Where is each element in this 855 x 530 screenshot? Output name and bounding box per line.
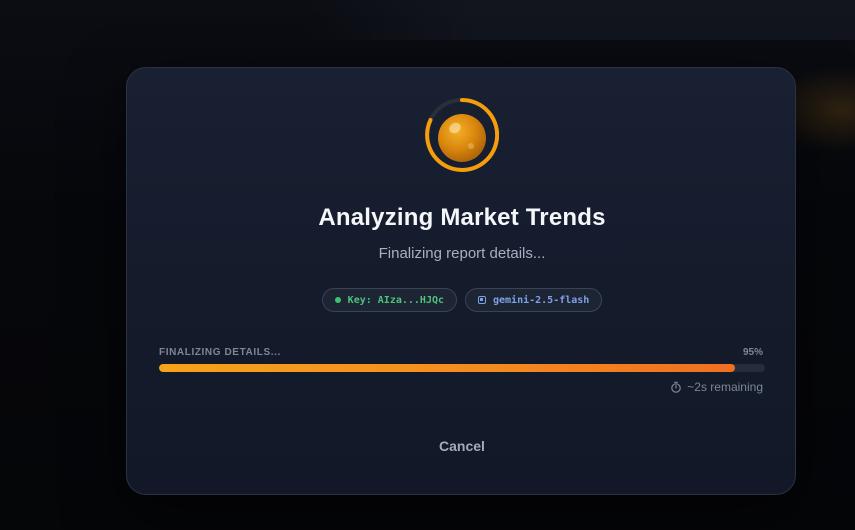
progress-stage-label: FINALIZING DETAILS... (159, 347, 281, 358)
dialog-title: Analyzing Market Trends (318, 204, 606, 231)
loading-orb-icon (425, 97, 500, 172)
model-label: gemini-2.5-flash (493, 294, 590, 306)
api-key-label: Key: AIza...HJQc (347, 294, 444, 306)
background-header-strip (300, 0, 855, 40)
dialog-subtitle: Finalizing report details... (378, 245, 546, 262)
status-dot-icon (334, 297, 341, 303)
info-badges: Key: AIza...HJQc gemini-2.5-flash (127, 288, 797, 312)
time-remaining-label: ~2s remaining (687, 380, 763, 394)
progress-bar (159, 364, 765, 372)
stopwatch-icon (671, 381, 682, 393)
api-key-badge: Key: AIza...HJQc (321, 288, 457, 312)
progress-percent: 95% (742, 347, 763, 358)
model-badge: gemini-2.5-flash (465, 288, 603, 312)
analysis-progress-dialog: Analyzing Market Trends Finalizing repor… (126, 67, 796, 495)
progress-bar-fill (159, 364, 735, 372)
chip-icon (478, 296, 486, 304)
time-remaining: ~2s remaining (670, 380, 763, 394)
cancel-button[interactable]: Cancel (412, 432, 512, 460)
